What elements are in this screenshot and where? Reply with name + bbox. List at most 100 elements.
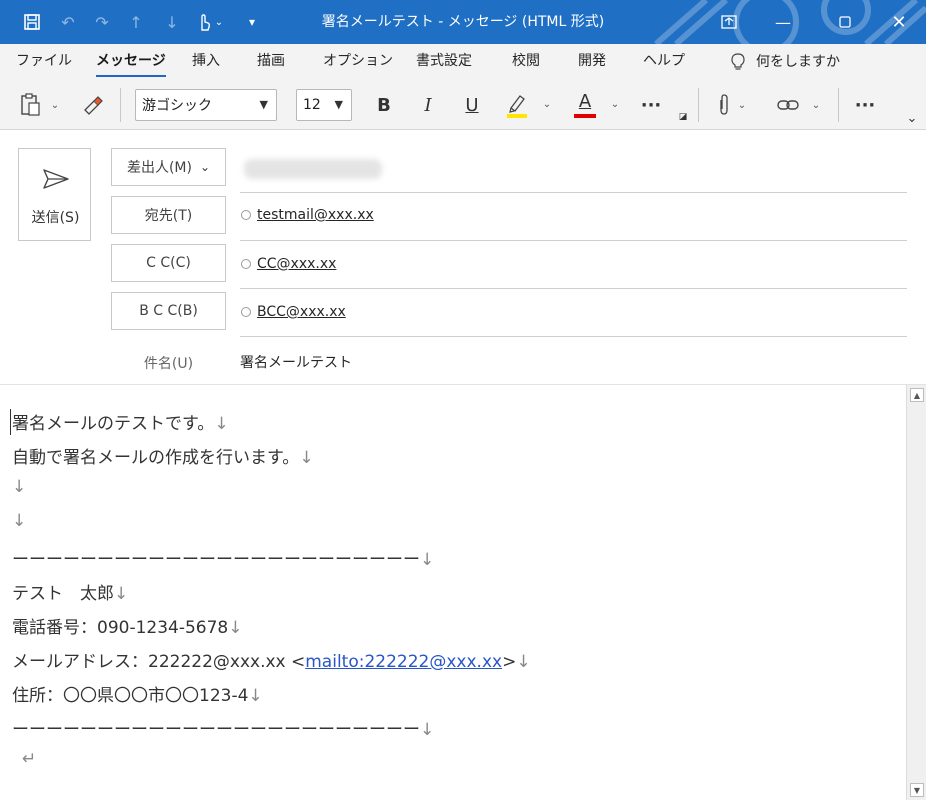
font-color-letter: A [578, 91, 592, 112]
more-font-options-button[interactable]: ··· [634, 91, 668, 119]
signature-name: テスト 太郎↓ [12, 584, 129, 604]
text-cursor [10, 409, 11, 435]
link-icon [777, 100, 799, 110]
format-painter-icon [84, 96, 103, 115]
save-icon[interactable] [16, 0, 48, 44]
minimize-icon[interactable]: — [760, 0, 806, 44]
tab-options[interactable]: オプション [323, 44, 393, 80]
signature-phone: 電話番号：090-1234-5678↓ [12, 618, 243, 638]
chevron-down-icon: ⌄ [811, 99, 821, 111]
ribbon-separator [120, 88, 121, 122]
tab-review[interactable]: 校閲 [512, 44, 540, 80]
body-line: ↓ [12, 477, 27, 497]
signature-divider: ーーーーーーーーーーーーーーーーーーーーーーーー↓ [12, 720, 435, 740]
bcc-button[interactable]: B C C(B) [111, 292, 226, 330]
chevron-down-icon: ▼ [334, 98, 343, 111]
undo-icon[interactable]: ↶ [54, 0, 82, 44]
presence-icon [241, 259, 251, 269]
bcc-field[interactable]: BCC@xxx.xx [241, 304, 346, 320]
field-divider [240, 336, 907, 337]
title-bar: ↶ ↷ ↑ ↓ ⌄ ▾ 署名メールテスト - メッセージ (HTML 形式) —… [0, 0, 926, 44]
touch-mode-icon[interactable]: ⌄ [192, 0, 228, 44]
customize-icon[interactable]: ▾ [240, 0, 264, 44]
chevron-down-icon[interactable]: ⌄ [608, 94, 622, 114]
expand-ribbon-icon[interactable]: ⌄ [902, 110, 922, 126]
tab-insert[interactable]: 挿入 [192, 44, 220, 80]
tell-me-search[interactable]: 何をしますか [730, 44, 840, 80]
italic-button[interactable]: I [414, 91, 442, 119]
field-divider [240, 192, 907, 193]
window-title: 署名メールテスト - メッセージ (HTML 形式) [321, 14, 605, 30]
highlighter-icon [507, 95, 527, 118]
tab-help[interactable]: ヘルプ [643, 44, 685, 80]
ribbon-separator [698, 88, 699, 122]
up-arrow-icon[interactable]: ↑ [124, 0, 148, 44]
field-divider [240, 240, 907, 241]
dialog-launcher-icon[interactable]: ◪ [676, 110, 690, 124]
font-color-swatch [574, 114, 596, 118]
font-color-button[interactable]: A [570, 89, 600, 121]
chevron-down-icon: ▼ [259, 98, 268, 111]
cc-recipient[interactable]: CC@xxx.xx [257, 256, 336, 272]
lightbulb-icon [731, 53, 745, 70]
paperclip-icon [720, 94, 728, 115]
menu-tabs: ファイル メッセージ 挿入 描画 オプション 書式設定 校閲 開発 ヘルプ 何を… [0, 44, 926, 80]
from-label: 差出人(M) [126, 160, 192, 176]
down-arrow-icon[interactable]: ↓ [160, 0, 184, 44]
font-name-select[interactable]: 游ゴシック ▼ [135, 89, 277, 121]
end-of-document-mark: ↵ [22, 749, 37, 769]
signature-email: メールアドレス：222222@xxx.xx <mailto:222222@xxx… [12, 652, 531, 672]
ribbon-display-icon[interactable] [706, 0, 752, 44]
attach-file-button[interactable]: ⌄ [712, 91, 752, 119]
underline-button[interactable]: U [458, 91, 486, 119]
tab-format-text[interactable]: 書式設定 [416, 44, 472, 80]
font-size-value: 12 [303, 97, 321, 113]
message-header: 送信(S) 差出人(M) ⌄ 宛先(T) testmail@xxx.xx C C… [0, 131, 926, 384]
cc-label: C C(C) [146, 255, 191, 271]
tab-developer[interactable]: 開発 [578, 44, 606, 80]
scroll-up-icon[interactable]: ▲ [910, 388, 924, 402]
sender-address-redacted [244, 159, 382, 179]
ribbon-toolbar: ⌄ 游ゴシック ▼ 12 ▼ B I U ⌄ A ⌄ ··· ◪ ⌄ ⌄ ···… [0, 80, 926, 130]
bcc-label: B C C(B) [139, 303, 198, 319]
close-icon[interactable]: ✕ [876, 0, 922, 44]
to-button[interactable]: 宛先(T) [111, 196, 226, 234]
signature-address: 住所：〇〇県〇〇市〇〇123-4↓ [12, 686, 263, 706]
bold-button[interactable]: B [370, 91, 398, 119]
chevron-down-icon[interactable]: ⌄ [540, 94, 554, 114]
from-button[interactable]: 差出人(M) ⌄ [111, 148, 226, 186]
font-size-select[interactable]: 12 ▼ [296, 89, 352, 121]
bcc-recipient[interactable]: BCC@xxx.xx [257, 304, 346, 320]
ribbon-separator [838, 88, 839, 122]
chevron-down-icon: ⌄ [737, 99, 747, 111]
send-label: 送信(S) [31, 210, 80, 226]
to-recipient[interactable]: testmail@xxx.xx [257, 207, 374, 223]
link-button[interactable]: ⌄ [768, 91, 828, 119]
cc-button[interactable]: C C(C) [111, 244, 226, 282]
presence-icon [241, 210, 251, 220]
highlight-button[interactable] [502, 89, 532, 121]
font-name-value: 游ゴシック [142, 98, 212, 114]
chevron-down-icon: ⌄ [199, 160, 211, 174]
maximize-icon[interactable] [822, 0, 868, 44]
tab-draw[interactable]: 描画 [257, 44, 285, 80]
redo-icon[interactable]: ↷ [88, 0, 116, 44]
tab-message[interactable]: メッセージ [96, 44, 166, 80]
message-body[interactable]: 署名メールのテストです。↓ 自動で署名メールの作成を行います。↓ ↓ ↓ ーーー… [0, 385, 906, 800]
cc-field[interactable]: CC@xxx.xx [241, 256, 336, 272]
more-commands-button[interactable]: ··· [848, 91, 882, 119]
scroll-down-icon[interactable]: ▼ [910, 783, 924, 797]
body-line: 自動で署名メールの作成を行います。↓ [12, 448, 314, 468]
subject-label: 件名(U) [143, 356, 194, 372]
tab-file[interactable]: ファイル [16, 44, 72, 80]
chevron-down-icon: ⌄ [50, 99, 60, 111]
to-field[interactable]: testmail@xxx.xx [241, 207, 374, 223]
mailto-link[interactable]: mailto:222222@xxx.xx [305, 652, 502, 672]
format-painter-button[interactable] [78, 92, 108, 118]
body-line: 署名メールのテストです。↓ [12, 414, 229, 434]
subject-input[interactable]: 署名メールテスト [240, 352, 352, 372]
body-line: ↓ [12, 511, 27, 531]
send-button[interactable]: 送信(S) [18, 148, 91, 241]
vertical-scrollbar[interactable]: ▲ ▼ [906, 385, 926, 800]
paste-button[interactable]: ⌄ [12, 92, 66, 118]
